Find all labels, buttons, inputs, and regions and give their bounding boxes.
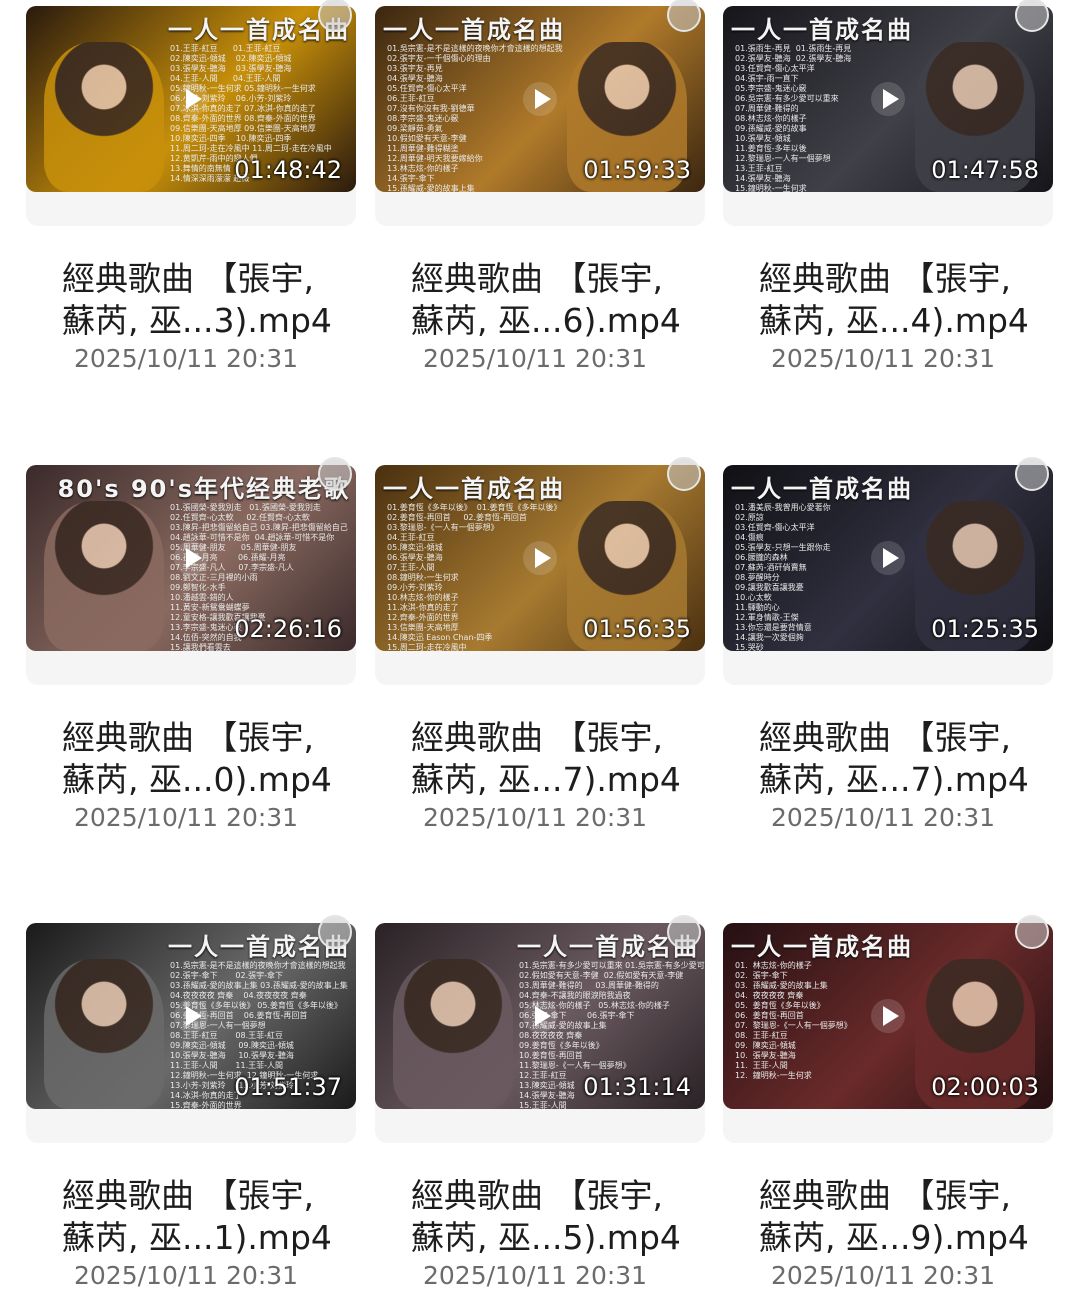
video-title-line1: 經典歌曲 【張宇, <box>62 718 314 757</box>
select-circle-icon[interactable] <box>318 915 352 949</box>
play-icon[interactable] <box>871 541 905 575</box>
video-title-line1: 經典歌曲 【張宇, <box>411 1176 663 1215</box>
video-thumbnail[interactable]: 80's 90's年代经典老歌 01.張國榮-愛我別走 01.張國榮-愛我別走 0… <box>26 465 356 651</box>
thumbnail-headline: 80's 90's年代经典老歌 <box>57 475 350 503</box>
video-title-line2: 蘇芮, 巫...4).mp4 <box>759 301 1029 340</box>
video-title-line1: 經典歌曲 【張宇, <box>759 1176 1011 1215</box>
select-circle-icon[interactable] <box>667 457 701 491</box>
video-date: 2025/10/11 20:31 <box>74 803 299 832</box>
video-thumbnail[interactable]: 一人一首成名曲 01.潘美辰-我曾用心愛著你 02.原諒 03.任賢齊-傷心太平洋… <box>723 465 1053 651</box>
play-icon[interactable] <box>871 82 905 116</box>
thumbnail-headline: 一人一首成名曲 <box>731 16 913 44</box>
duration-label: 01:31:14 <box>583 1073 691 1101</box>
play-icon[interactable] <box>871 999 905 1033</box>
video-title-line1: 經典歌曲 【張宇, <box>411 259 663 298</box>
video-title-line2: 蘇芮, 巫...3).mp4 <box>62 301 332 340</box>
play-icon[interactable] <box>523 541 557 575</box>
performer-photo <box>44 42 164 192</box>
select-circle-icon[interactable] <box>1015 915 1049 949</box>
video-title-line2: 蘇芮, 巫...6).mp4 <box>411 301 681 340</box>
video-date: 2025/10/11 20:31 <box>771 344 996 373</box>
thumbnail-headline: 一人一首成名曲 <box>383 475 565 503</box>
song-list: 01.潘美辰-我曾用心愛著你 02.原諒 03.任賢齊-傷心太平洋 04.傷痕 … <box>735 503 831 651</box>
video-title[interactable]: 經典歌曲 【張宇, 蘇芮, 巫...7).mp4 <box>759 717 1049 801</box>
video-title[interactable]: 經典歌曲 【張宇, 蘇芮, 巫...0).mp4 <box>62 717 352 801</box>
duration-label: 01:25:35 <box>931 615 1039 643</box>
performer-photo <box>44 959 164 1109</box>
thumbnail-headline: 一人一首成名曲 <box>731 475 913 503</box>
video-thumbnail[interactable]: 一人一首成名曲 01.姜育恆《多年以後》 01.姜育恆《多年以後》 02.姜育恆-… <box>375 465 705 651</box>
video-thumbnail[interactable]: 一人一首成名曲 01.王菲-紅豆 01.王菲-紅豆 02.陳奕迅-傾城 02.陳奕… <box>26 6 356 192</box>
video-title[interactable]: 經典歌曲 【張宇, 蘇芮, 巫...5).mp4 <box>411 1175 701 1259</box>
video-thumbnail[interactable]: 一人一首成名曲 01.吳宗憲-是不是這樣的夜晚你才會這樣的想起我 02.張宇友-一… <box>375 6 705 192</box>
video-title-line2: 蘇芮, 巫...7).mp4 <box>759 760 1029 799</box>
video-title[interactable]: 經典歌曲 【張宇, 蘇芮, 巫...6).mp4 <box>411 258 701 342</box>
video-title[interactable]: 經典歌曲 【張宇, 蘇芮, 巫...4).mp4 <box>759 258 1049 342</box>
video-thumbnail[interactable]: 一人一首成名曲 01.吳宗憲-是不是這樣的夜晚你才會這樣的想起我 02.張宇-傘下… <box>26 923 356 1109</box>
duration-label: 01:59:33 <box>583 156 691 184</box>
video-thumbnail[interactable]: 一人一首成名曲01.吳宗憲-有多少愛可以重來 01.吳宗憲-有多少愛可以重來 0… <box>375 923 705 1109</box>
play-icon[interactable] <box>523 82 557 116</box>
video-date: 2025/10/11 20:31 <box>423 1261 648 1290</box>
play-icon[interactable] <box>523 999 557 1033</box>
select-circle-icon[interactable] <box>318 457 352 491</box>
song-list: 01. 林志炫-你的樣子 02. 張宇-傘下 03. 孫耀威-愛的故事上集 04… <box>735 961 852 1080</box>
select-circle-icon[interactable] <box>667 915 701 949</box>
video-title-line1: 經典歌曲 【張宇, <box>62 259 314 298</box>
play-icon[interactable] <box>174 999 208 1033</box>
video-title[interactable]: 經典歌曲 【張宇, 蘇芮, 巫...1).mp4 <box>62 1175 352 1259</box>
video-title-line2: 蘇芮, 巫...0).mp4 <box>62 760 332 799</box>
video-date: 2025/10/11 20:31 <box>423 803 648 832</box>
video-title-line1: 經典歌曲 【張宇, <box>759 718 1011 757</box>
duration-label: 01:47:58 <box>931 156 1039 184</box>
video-title[interactable]: 經典歌曲 【張宇, 蘇芮, 巫...9).mp4 <box>759 1175 1049 1259</box>
video-date: 2025/10/11 20:31 <box>423 344 648 373</box>
video-thumbnail[interactable]: 一人一首成名曲 01. 林志炫-你的樣子 02. 張宇-傘下 03. 孫耀威-愛的… <box>723 923 1053 1109</box>
song-list: 01.張雨生-再見 01.張雨生-再見 02.張學友-聽海 02.張學友-聽海 … <box>735 44 852 192</box>
duration-label: 02:00:03 <box>931 1073 1039 1101</box>
video-title-line1: 經典歌曲 【張宇, <box>759 259 1011 298</box>
video-title-line2: 蘇芮, 巫...9).mp4 <box>759 1218 1029 1257</box>
video-date: 2025/10/11 20:31 <box>74 344 299 373</box>
song-list: 01.吳宗憲-是不是這樣的夜晚你才會這樣的想起我 02.張宇友-一千個傷心的理由… <box>387 44 563 192</box>
performer-photo <box>44 501 164 651</box>
play-icon[interactable] <box>174 541 208 575</box>
play-icon[interactable] <box>174 82 208 116</box>
video-date: 2025/10/11 20:31 <box>771 803 996 832</box>
video-title-line2: 蘇芮, 巫...1).mp4 <box>62 1218 332 1257</box>
video-title-line2: 蘇芮, 巫...7).mp4 <box>411 760 681 799</box>
video-title-line2: 蘇芮, 巫...5).mp4 <box>411 1218 681 1257</box>
thumbnail-headline: 一人一首成名曲 <box>383 16 565 44</box>
video-thumbnail[interactable]: 一人一首成名曲 01.張雨生-再見 01.張雨生-再見 02.張學友-聽海 02.… <box>723 6 1053 192</box>
video-date: 2025/10/11 20:31 <box>771 1261 996 1290</box>
performer-photo <box>393 959 513 1109</box>
duration-label: 01:51:37 <box>234 1073 342 1101</box>
video-title-line1: 經典歌曲 【張宇, <box>411 718 663 757</box>
duration-label: 01:48:42 <box>234 156 342 184</box>
duration-label: 02:26:16 <box>234 615 342 643</box>
video-title[interactable]: 經典歌曲 【張宇, 蘇芮, 巫...3).mp4 <box>62 258 352 342</box>
song-list: 01.姜育恆《多年以後》 01.姜育恆《多年以後》 02.姜育恆-再回首 02.… <box>387 503 562 651</box>
select-circle-icon[interactable] <box>1015 457 1049 491</box>
video-title-line1: 經典歌曲 【張宇, <box>62 1176 314 1215</box>
duration-label: 01:56:35 <box>583 615 691 643</box>
video-date: 2025/10/11 20:31 <box>74 1261 299 1290</box>
video-title[interactable]: 經典歌曲 【張宇, 蘇芮, 巫...7).mp4 <box>411 717 701 801</box>
thumbnail-headline: 一人一首成名曲 <box>731 933 913 961</box>
